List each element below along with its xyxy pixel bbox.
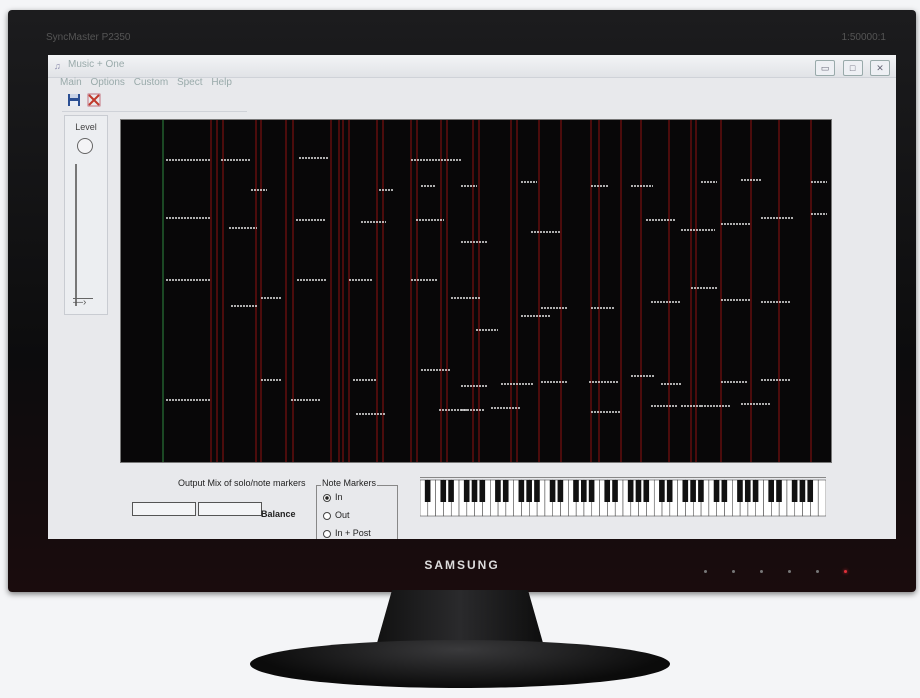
app-window: ♫ Music + One ▭ □ ✕ Main Options Custom … bbox=[48, 55, 896, 539]
piano-black-key[interactable] bbox=[604, 480, 611, 502]
piano-black-key[interactable] bbox=[440, 480, 447, 502]
piano-black-key[interactable] bbox=[666, 480, 673, 502]
radio-in[interactable]: In bbox=[323, 492, 343, 502]
piano-black-key[interactable] bbox=[627, 480, 634, 502]
balance-label: Balance bbox=[261, 509, 296, 519]
piano-keyboard[interactable] bbox=[420, 477, 826, 518]
monitor-button[interactable] bbox=[760, 570, 763, 573]
piano-black-key[interactable] bbox=[424, 480, 431, 502]
window-title: Music + One bbox=[68, 59, 125, 70]
toolbar bbox=[62, 91, 247, 112]
monitor-button[interactable] bbox=[732, 570, 735, 573]
piano-black-key[interactable] bbox=[518, 480, 525, 502]
piano-black-key[interactable] bbox=[580, 480, 587, 502]
radio-in-post-label: In + Post bbox=[335, 528, 371, 538]
monitor-stand-base bbox=[250, 640, 670, 688]
minimize-button[interactable]: ▭ bbox=[815, 60, 836, 76]
note-markers-group: Note Markers In Out In + Post bbox=[316, 478, 398, 539]
piano-white-key[interactable] bbox=[817, 479, 826, 517]
piano-black-key[interactable] bbox=[698, 480, 704, 502]
piano-black-key[interactable] bbox=[534, 480, 540, 502]
piano-black-key[interactable] bbox=[502, 480, 509, 502]
piano-black-key[interactable] bbox=[495, 480, 501, 502]
level-panel: Level —› bbox=[64, 115, 108, 315]
piano-black-key[interactable] bbox=[776, 480, 782, 502]
monitor-buttons bbox=[704, 570, 854, 576]
radio-in-post[interactable]: In + Post bbox=[323, 528, 371, 538]
menu-bar: Main Options Custom Spect Help bbox=[60, 77, 238, 91]
note-markers-label: Note Markers bbox=[321, 478, 378, 488]
piano-black-key[interactable] bbox=[744, 480, 751, 502]
piano-black-key[interactable] bbox=[682, 480, 689, 502]
piano-black-key[interactable] bbox=[659, 480, 665, 502]
maximize-button[interactable]: □ bbox=[842, 60, 863, 76]
radio-in-label: In bbox=[335, 492, 343, 502]
save-icon[interactable] bbox=[66, 93, 82, 109]
monitor-top-bar: SyncMaster P2350 1:50000:1 bbox=[46, 32, 886, 52]
piano-black-key[interactable] bbox=[463, 480, 470, 502]
monitor-bezel: SyncMaster P2350 1:50000:1 ♫ Music + One… bbox=[8, 10, 916, 592]
menu-spect[interactable]: Spect bbox=[177, 77, 203, 88]
mix-slider-markers[interactable] bbox=[198, 502, 262, 516]
level-knob[interactable] bbox=[77, 138, 93, 154]
piano-black-key[interactable] bbox=[612, 480, 618, 502]
piano-black-key[interactable] bbox=[643, 480, 650, 502]
piano-black-key[interactable] bbox=[635, 480, 642, 502]
close-icon[interactable] bbox=[86, 93, 102, 109]
piano-black-key[interactable] bbox=[799, 480, 806, 502]
mix-slider-solo[interactable] bbox=[132, 502, 196, 516]
power-led[interactable] bbox=[844, 570, 847, 573]
piano-black-key[interactable] bbox=[768, 480, 775, 502]
piano-black-key[interactable] bbox=[557, 480, 564, 502]
radio-out-label: Out bbox=[335, 510, 350, 520]
piano-black-key[interactable] bbox=[737, 480, 743, 502]
menu-help[interactable]: Help bbox=[211, 77, 232, 88]
level-slider[interactable] bbox=[75, 164, 95, 306]
piano-black-key[interactable] bbox=[479, 480, 486, 502]
menu-main[interactable]: Main bbox=[60, 77, 82, 88]
piano-black-key[interactable] bbox=[588, 480, 595, 502]
output-mix-label: Output Mix of solo/note markers bbox=[178, 478, 306, 488]
piano-black-key[interactable] bbox=[448, 480, 454, 502]
piano-black-key[interactable] bbox=[791, 480, 798, 502]
monitor-resolution: 1:50000:1 bbox=[841, 32, 887, 43]
radio-out-dot bbox=[323, 511, 331, 520]
close-button[interactable]: ✕ bbox=[870, 60, 890, 76]
piano-black-key[interactable] bbox=[526, 480, 532, 502]
level-slider-thumb[interactable]: —› bbox=[73, 298, 93, 308]
radio-in-post-dot bbox=[323, 529, 331, 538]
piano-black-key[interactable] bbox=[690, 480, 696, 502]
piano-black-key[interactable] bbox=[549, 480, 556, 502]
monitor-button[interactable] bbox=[704, 570, 707, 573]
piano-black-key[interactable] bbox=[713, 480, 720, 502]
piano-black-key[interactable] bbox=[807, 480, 814, 502]
radio-in-dot bbox=[323, 493, 331, 502]
title-bar: ♫ Music + One ▭ □ ✕ bbox=[48, 55, 896, 78]
monitor-model: SyncMaster P2350 bbox=[46, 32, 131, 43]
piano-black-key[interactable] bbox=[573, 480, 579, 502]
piano-black-key[interactable] bbox=[721, 480, 728, 502]
window-controls: ▭ □ ✕ bbox=[812, 58, 890, 76]
level-label: Level bbox=[75, 122, 97, 132]
monitor-button[interactable] bbox=[816, 570, 819, 573]
monitor-button[interactable] bbox=[788, 570, 791, 573]
menu-options[interactable]: Options bbox=[90, 77, 124, 88]
piano-black-key[interactable] bbox=[471, 480, 478, 502]
radio-out[interactable]: Out bbox=[323, 510, 350, 520]
spectrogram[interactable] bbox=[120, 119, 832, 463]
menu-custom[interactable]: Custom bbox=[134, 77, 168, 88]
app-icon: ♫ bbox=[54, 61, 61, 71]
piano-black-key[interactable] bbox=[752, 480, 759, 502]
